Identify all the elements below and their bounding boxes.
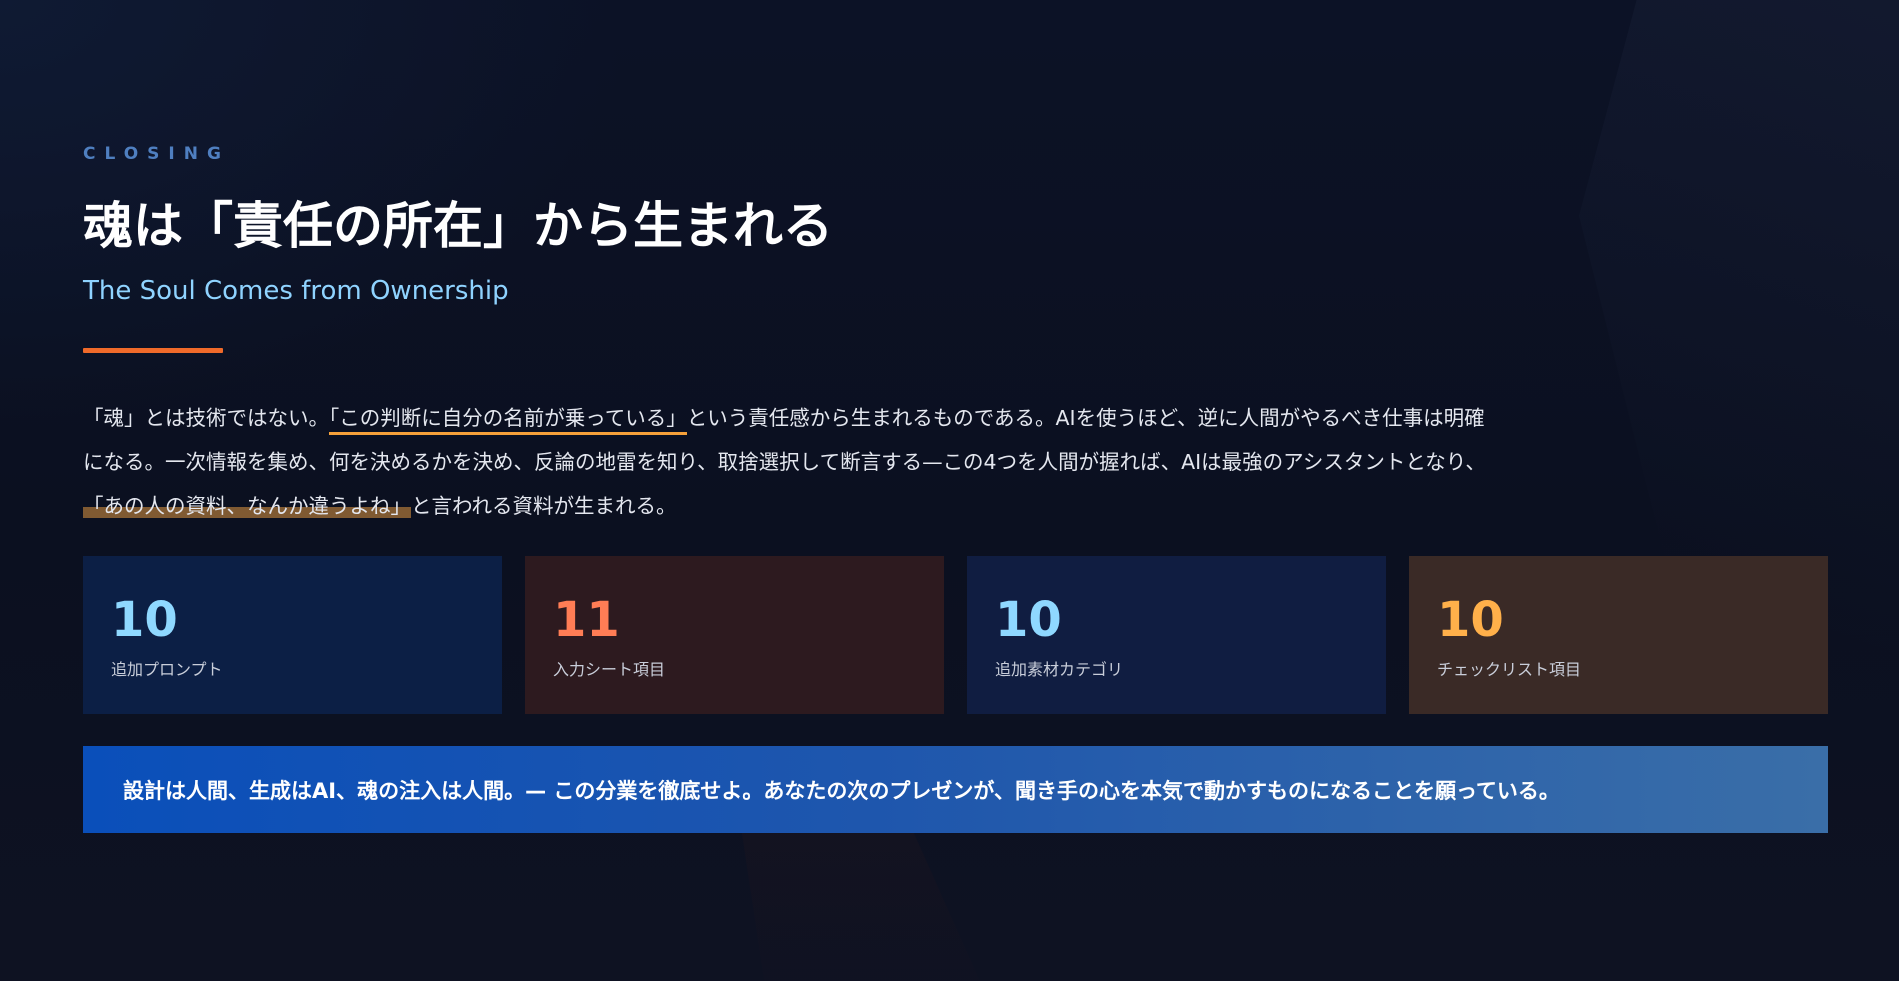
stat-label: 入力シート項目 (553, 660, 666, 679)
section-eyebrow: CLOSING (83, 144, 230, 164)
stat-label: 追加素材カテゴリ (995, 660, 1124, 679)
body-paragraph: 「魂」とは技術ではない。「この判断に自分の名前が乗っている」という責任感から生ま… (83, 396, 1493, 528)
stat-card-prompts: 10 追加プロンプト (83, 556, 502, 714)
stat-value: 10 (111, 592, 178, 648)
stat-value: 10 (995, 592, 1062, 648)
stat-label: 追加プロンプト (111, 660, 223, 679)
underlined-highlight: 「この判断に自分の名前が乗っている」 (329, 406, 687, 435)
stat-label: チェックリスト項目 (1437, 660, 1582, 679)
stat-card-material-categories: 10 追加素材カテゴリ (967, 556, 1386, 714)
closing-slide: CLOSING 魂は「責任の所在」から生まれる The Soul Comes f… (83, 0, 1828, 981)
marker-highlight: 「あの人の資料、なんか違うよね」 (83, 494, 411, 518)
stat-value: 10 (1437, 592, 1504, 648)
body-text-part-1: 「魂」とは技術ではない。 (83, 406, 329, 430)
stat-value: 11 (553, 592, 620, 648)
stat-card-input-sheet: 11 入力シート項目 (525, 556, 944, 714)
closing-banner: 設計は人間、生成はAI、魂の注入は人間。— この分業を徹底せよ。あなたの次のプレ… (83, 746, 1828, 833)
accent-rule (83, 348, 223, 353)
stats-row: 10 追加プロンプト 11 入力シート項目 10 追加素材カテゴリ 10 チェッ… (83, 556, 1828, 714)
slide-title: 魂は「責任の所在」から生まれる (83, 197, 833, 255)
stat-card-checklist: 10 チェックリスト項目 (1409, 556, 1828, 714)
slide-subtitle: The Soul Comes from Ownership (83, 276, 509, 306)
banner-text: 設計は人間、生成はAI、魂の注入は人間。— この分業を徹底せよ。あなたの次のプレ… (123, 778, 1560, 803)
body-text-part-3: と言われる資料が生まれる。 (411, 494, 677, 518)
